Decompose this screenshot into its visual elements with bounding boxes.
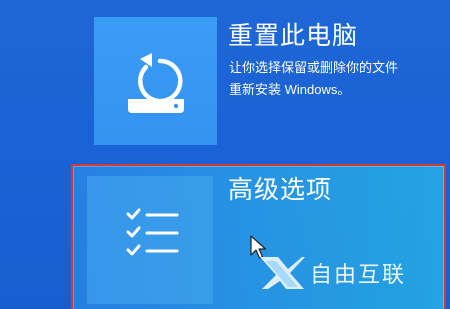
advanced-options-tile[interactable] bbox=[87, 176, 213, 304]
checklist-icon bbox=[126, 208, 179, 256]
watermark: 自由互联 bbox=[258, 253, 406, 293]
reset-pc-title: 重置此电脑 bbox=[228, 22, 359, 50]
x-logo bbox=[260, 257, 305, 289]
reset-pc-description-line1: 让你选择保留或删除你的文件 bbox=[229, 60, 399, 75]
reset-pc-tile[interactable] bbox=[94, 17, 217, 145]
reset-pc-description-line2: 重新安装 Windows。 bbox=[229, 82, 351, 97]
advanced-options-title: 高级选项 bbox=[228, 176, 333, 204]
reset-pc-icon bbox=[128, 53, 184, 113]
watermark-text: 自由互联 bbox=[310, 262, 407, 287]
